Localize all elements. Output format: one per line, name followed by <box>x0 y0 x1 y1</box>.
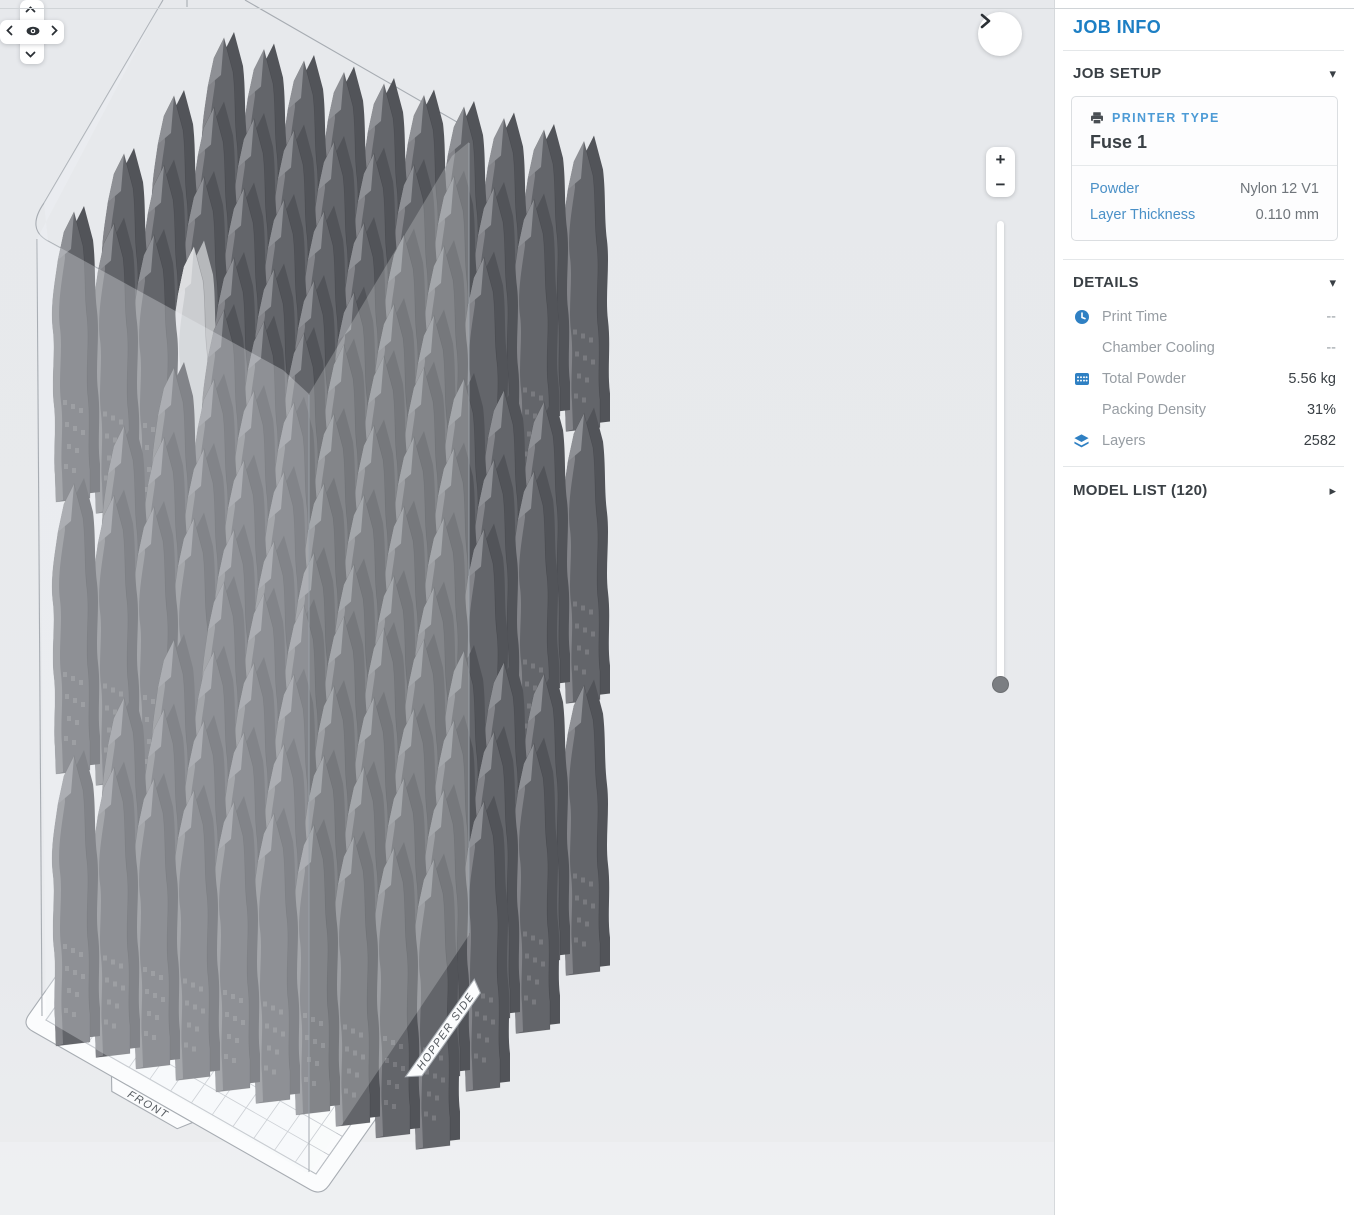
viewport-3d[interactable]: FRONTHOPPER SIDE <box>0 0 1054 1215</box>
zoom-in-button[interactable]: + <box>996 151 1006 168</box>
collapse-panel-button[interactable] <box>978 12 1022 56</box>
packing-density-label: Packing Density <box>1102 402 1307 418</box>
total-powder-row: Total Powder 5.56 kg <box>1055 363 1354 394</box>
pan-down-button[interactable] <box>25 51 39 65</box>
layer-slider[interactable] <box>997 221 1004 679</box>
layers-row: Layers 2582 <box>1055 425 1354 456</box>
zoom-out-button[interactable]: − <box>996 176 1006 193</box>
job-setup-heading: JOB SETUP <box>1073 65 1162 82</box>
eye-icon <box>25 25 41 37</box>
chamber-cooling-row: Chamber Cooling -- <box>1055 332 1354 363</box>
layer-slider-handle[interactable] <box>992 676 1009 693</box>
layer-thickness-label[interactable]: Layer Thickness <box>1090 207 1195 223</box>
powder-value: Nylon 12 V1 <box>1240 181 1319 197</box>
layers-label: Layers <box>1102 433 1304 449</box>
chamber-cooling-value: -- <box>1326 340 1336 356</box>
powder-row: Powder Nylon 12 V1 <box>1090 176 1319 202</box>
printer-name: Fuse 1 <box>1090 132 1319 153</box>
app-window: FRONTHOPPER SIDE <box>0 0 1354 1215</box>
packing-density-value: 31% <box>1307 402 1336 418</box>
details-section-header[interactable]: DETAILS ▾ <box>1055 260 1354 301</box>
chevron-right-icon <box>978 12 992 30</box>
build-chamber-scene[interactable]: FRONTHOPPER SIDE <box>0 0 1054 1215</box>
total-powder-value: 5.56 kg <box>1288 371 1336 387</box>
details-heading: DETAILS <box>1073 274 1139 291</box>
caret-down-icon[interactable]: ▾ <box>1329 276 1336 289</box>
caret-down-icon[interactable]: ▾ <box>1329 67 1336 80</box>
total-powder-label: Total Powder <box>1102 371 1288 387</box>
print-time-value: -- <box>1326 309 1336 325</box>
layers-icon <box>1073 433 1090 449</box>
view-center-eye-button[interactable] <box>25 25 39 39</box>
powder-label[interactable]: Powder <box>1090 181 1139 197</box>
model-list-heading: MODEL LIST (120) <box>1073 482 1208 499</box>
layer-thickness-row: Layer Thickness 0.110 mm <box>1090 202 1319 228</box>
floor-glow <box>0 1142 1054 1215</box>
pan-right-button[interactable] <box>51 25 65 39</box>
layer-thickness-value: 0.110 mm <box>1256 207 1319 223</box>
print-time-label: Print Time <box>1102 309 1326 325</box>
caret-right-icon[interactable]: ▸ <box>1329 484 1336 497</box>
printer-card: PRINTER TYPE Fuse 1 Powder Nylon 12 V1 L… <box>1071 96 1338 241</box>
packing-density-row: Packing Density 31% <box>1055 394 1354 425</box>
clock-icon <box>1074 309 1090 325</box>
pan-left-button[interactable] <box>6 25 20 39</box>
job-info-panel: JOB INFO JOB SETUP ▾ PRINTER TYPE Fuse 1 <box>1054 0 1354 1215</box>
print-time-row: Print Time -- <box>1055 301 1354 332</box>
layers-value: 2582 <box>1304 433 1336 449</box>
chamber-cooling-label: Chamber Cooling <box>1102 340 1326 356</box>
powder-bin-icon <box>1074 371 1090 387</box>
top-divider <box>0 8 1354 9</box>
job-setup-section-header[interactable]: JOB SETUP ▾ <box>1055 51 1354 92</box>
model-list-section-header[interactable]: MODEL LIST (120) ▸ <box>1055 467 1354 514</box>
zoom-control[interactable]: + − <box>986 147 1015 197</box>
printer-icon <box>1090 111 1104 125</box>
printer-type-label: PRINTER TYPE <box>1112 111 1220 125</box>
